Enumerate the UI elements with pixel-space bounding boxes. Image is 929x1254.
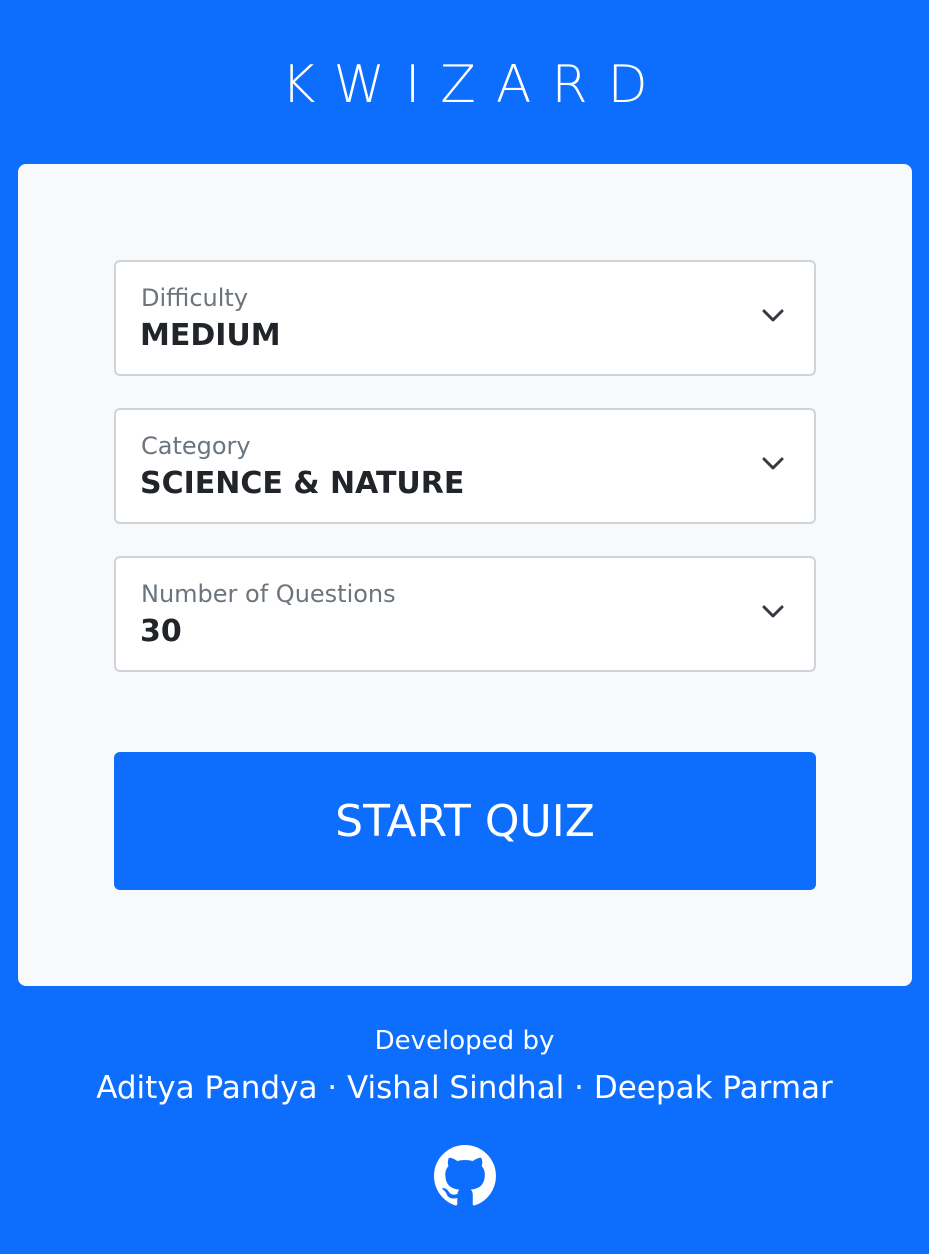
github-icon	[434, 1145, 496, 1206]
question-count-label: Number of Questions	[141, 580, 396, 608]
category-value: SCIENCE & NATURE	[140, 466, 465, 501]
question-count-value: 30	[140, 614, 182, 649]
github-link[interactable]	[434, 1145, 496, 1207]
question-count-select[interactable]: Number of Questions 30	[114, 556, 816, 672]
category-label: Category	[141, 432, 251, 460]
app-title: KWIZARD	[281, 55, 668, 115]
difficulty-label: Difficulty	[141, 284, 249, 312]
chevron-down-icon	[762, 457, 784, 470]
chevron-down-icon	[762, 309, 784, 322]
start-quiz-button[interactable]: START QUIZ	[114, 752, 816, 890]
difficulty-value: MEDIUM	[140, 318, 281, 353]
authors-text: Aditya Pandya · Vishal Sindhal · Deepak …	[96, 1070, 833, 1106]
quiz-settings-card: Difficulty MEDIUM Category SCIENCE & NAT…	[18, 164, 912, 986]
developed-by-text: Developed by	[374, 1026, 555, 1056]
difficulty-select[interactable]: Difficulty MEDIUM	[114, 260, 816, 376]
chevron-down-icon	[762, 605, 784, 618]
page: KWIZARD Difficulty MEDIUM Category SCIEN…	[0, 0, 929, 1254]
category-select[interactable]: Category SCIENCE & NATURE	[114, 408, 816, 524]
